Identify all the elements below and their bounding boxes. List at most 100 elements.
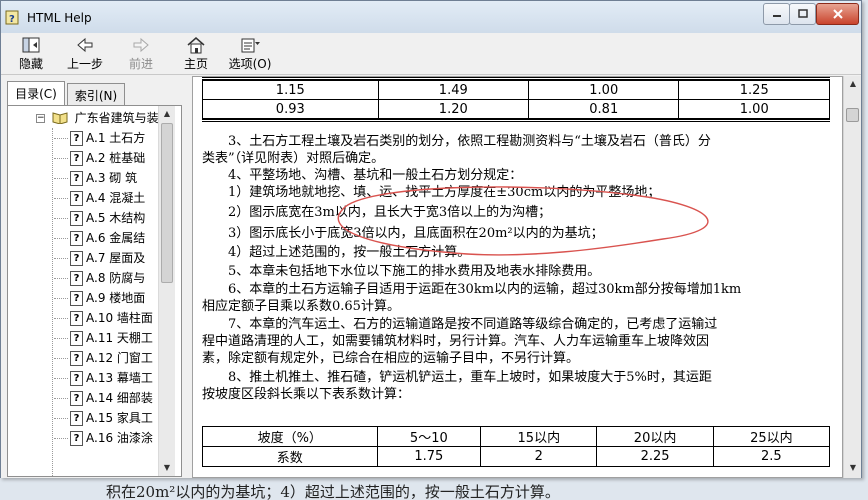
help-topic-icon: ? bbox=[70, 351, 83, 366]
collapse-icon[interactable]: − bbox=[36, 114, 45, 123]
table-cell: 1.00 bbox=[678, 99, 830, 119]
help-topic-icon: ? bbox=[70, 431, 83, 446]
tree-branch-line bbox=[54, 378, 68, 379]
tree-item[interactable]: ? A.8 防腐与 bbox=[54, 269, 145, 287]
tree-branch-line bbox=[54, 218, 68, 219]
tree-branch-line bbox=[54, 198, 68, 199]
maximize-button[interactable] bbox=[789, 3, 816, 25]
content-scroll-thumb[interactable] bbox=[846, 108, 859, 122]
title-bar: ? HTML Help bbox=[1, 1, 861, 33]
table-cell: 1.49 bbox=[377, 80, 530, 100]
tree-item[interactable]: ? A.13 幕墙工 bbox=[54, 369, 153, 387]
tree-item-code: A.2 bbox=[86, 151, 106, 165]
tree-branch-line bbox=[54, 358, 68, 359]
table-row: 系数 1.75 2 2.25 2.5 bbox=[202, 446, 831, 467]
tree-item-code: A.8 bbox=[86, 271, 106, 285]
navigation-pane: 目录(C) 索引(N) − 广东省建筑与装 ? A.1 土石方? A.2 桩基础? A… bbox=[1, 75, 187, 478]
svg-text:?: ? bbox=[9, 14, 15, 25]
tree-item-label: 土石方 bbox=[109, 131, 146, 145]
tree-item[interactable]: ? A.15 家具工 bbox=[54, 409, 153, 427]
tree-scroll-thumb[interactable] bbox=[161, 123, 173, 283]
tree-item[interactable]: ? A.5 木结构 bbox=[54, 209, 145, 227]
tree-item-label: 墙柱面 bbox=[116, 311, 153, 325]
minimize-button[interactable] bbox=[763, 3, 790, 25]
table-row: 0.93 1.20 0.81 1.00 bbox=[202, 99, 830, 119]
tree-item-code: A.16 bbox=[86, 431, 114, 445]
tree-item-code: A.11 bbox=[86, 331, 114, 345]
tree-item-code: A.14 bbox=[86, 391, 114, 405]
table-cell: 1.20 bbox=[377, 99, 530, 119]
back-arrow-icon bbox=[77, 37, 93, 53]
table-row: 1.15 1.49 1.00 1.25 bbox=[202, 80, 830, 100]
tree-item-label: 幕墙工 bbox=[116, 371, 153, 385]
tree-item-code: A.7 bbox=[86, 251, 106, 265]
tree-item[interactable]: ? A.11 天棚工 bbox=[54, 329, 153, 347]
help-topic-icon: ? bbox=[70, 211, 83, 226]
tab-contents[interactable]: 目录(C) bbox=[7, 81, 65, 106]
tree-branch-line bbox=[54, 178, 68, 179]
open-book-icon bbox=[52, 111, 68, 127]
help-topic-icon: ? bbox=[70, 331, 83, 346]
close-button[interactable] bbox=[816, 3, 859, 25]
content-scroll-down-arrow-icon[interactable]: ▼ bbox=[845, 460, 861, 476]
forward-button[interactable]: 前进 bbox=[119, 36, 163, 74]
hide-button[interactable]: 隐藏 bbox=[9, 36, 53, 74]
tree-item-code: A.12 bbox=[86, 351, 114, 365]
tree-item[interactable]: ? A.1 土石方 bbox=[54, 129, 145, 147]
help-topic-icon: ? bbox=[70, 271, 83, 286]
scroll-up-arrow-icon[interactable]: ▲ bbox=[159, 106, 175, 122]
tree-item[interactable]: ? A.10 墙柱面 bbox=[54, 309, 153, 327]
tree-branch-line bbox=[54, 438, 68, 439]
tree-item-label: 油漆涂 bbox=[116, 431, 153, 445]
tree-item-code: A.13 bbox=[86, 371, 114, 385]
tree-connector-line bbox=[52, 128, 53, 476]
scroll-down-arrow-icon[interactable]: ▼ bbox=[159, 460, 175, 476]
paragraph-line: 程中道路清理的人工，如需要铺筑材料时，另行计算。汽车、人力车运输重车上坡降效因 bbox=[202, 334, 710, 349]
tree-item[interactable]: ? A.7 屋面及 bbox=[54, 249, 145, 267]
table-header-cell: 坡度（%） bbox=[202, 426, 378, 447]
toolbar: 隐藏 上一步 前进 主页 选项(O) bbox=[1, 33, 861, 75]
tree-item[interactable]: ? A.16 油漆涂 bbox=[54, 429, 153, 447]
tree-item-label: 金属结 bbox=[109, 231, 146, 245]
back-button[interactable]: 上一步 bbox=[63, 36, 107, 74]
tree-item-code: A.9 bbox=[86, 291, 106, 305]
paragraph-line: 相应定额子目乘以系数0.65计算。 bbox=[202, 299, 400, 314]
tree-root-item[interactable]: − 广东省建筑与装 bbox=[36, 109, 159, 127]
tree-branch-line bbox=[54, 318, 68, 319]
tree-item-code: A.4 bbox=[86, 191, 106, 205]
help-topic-icon: ? bbox=[70, 151, 83, 166]
content-scrollbar[interactable]: ▲ ▼ bbox=[843, 76, 861, 478]
tree-item[interactable]: ? A.6 金属结 bbox=[54, 229, 145, 247]
tree-item[interactable]: ? A.14 细部装 bbox=[54, 389, 153, 407]
paragraph-line: 按坡度区段斜长乘以下表系数计算： bbox=[202, 387, 411, 402]
paragraph-line: 4）超过上述范围的，按一般土石方计算。 bbox=[202, 245, 471, 260]
tab-index[interactable]: 索引(N) bbox=[67, 83, 125, 105]
tree-item-label: 桩基础 bbox=[109, 151, 146, 165]
help-topic-icon: ? bbox=[70, 131, 83, 146]
hide-pane-icon bbox=[22, 37, 40, 53]
paragraph-line: 类表”（详见附表）对照后确定。 bbox=[202, 151, 385, 166]
tree-branch-line bbox=[54, 238, 68, 239]
tree-item-label: 砌 筑 bbox=[109, 171, 138, 185]
table-header-cell: 20以内 bbox=[596, 426, 714, 447]
tree-item-label: 天棚工 bbox=[116, 331, 153, 345]
content-scroll-up-arrow-icon[interactable]: ▲ bbox=[845, 76, 861, 92]
tree-item-label: 屋面及 bbox=[109, 251, 146, 265]
tree-item[interactable]: ? A.12 门窗工 bbox=[54, 349, 153, 367]
table-cell: 2 bbox=[480, 446, 598, 467]
tree-item-label: 家具工 bbox=[116, 411, 153, 425]
paragraph-line: 2）图示底宽在3m以内，且长大于宽3倍以上的为沟槽； bbox=[202, 205, 552, 220]
options-button[interactable]: 选项(O) bbox=[225, 36, 275, 74]
tree-item[interactable]: ? A.9 楼地面 bbox=[54, 289, 145, 307]
table-cell: 0.93 bbox=[202, 99, 379, 119]
tree-item-label: 门窗工 bbox=[116, 351, 153, 365]
tree-item-code: A.3 bbox=[86, 171, 106, 185]
home-button[interactable]: 主页 bbox=[174, 36, 218, 74]
contents-tree: − 广东省建筑与装 ? A.1 土石方? A.2 桩基础? A.3 砌 筑? A.4 混… bbox=[7, 105, 182, 477]
tree-item[interactable]: ? A.4 混凝土 bbox=[54, 189, 145, 207]
tree-item[interactable]: ? A.3 砌 筑 bbox=[54, 169, 137, 187]
tree-item-code: A.6 bbox=[86, 231, 106, 245]
home-icon bbox=[187, 37, 205, 54]
tree-scrollbar[interactable]: ▲ ▼ bbox=[158, 106, 175, 476]
tree-item[interactable]: ? A.2 桩基础 bbox=[54, 149, 145, 167]
